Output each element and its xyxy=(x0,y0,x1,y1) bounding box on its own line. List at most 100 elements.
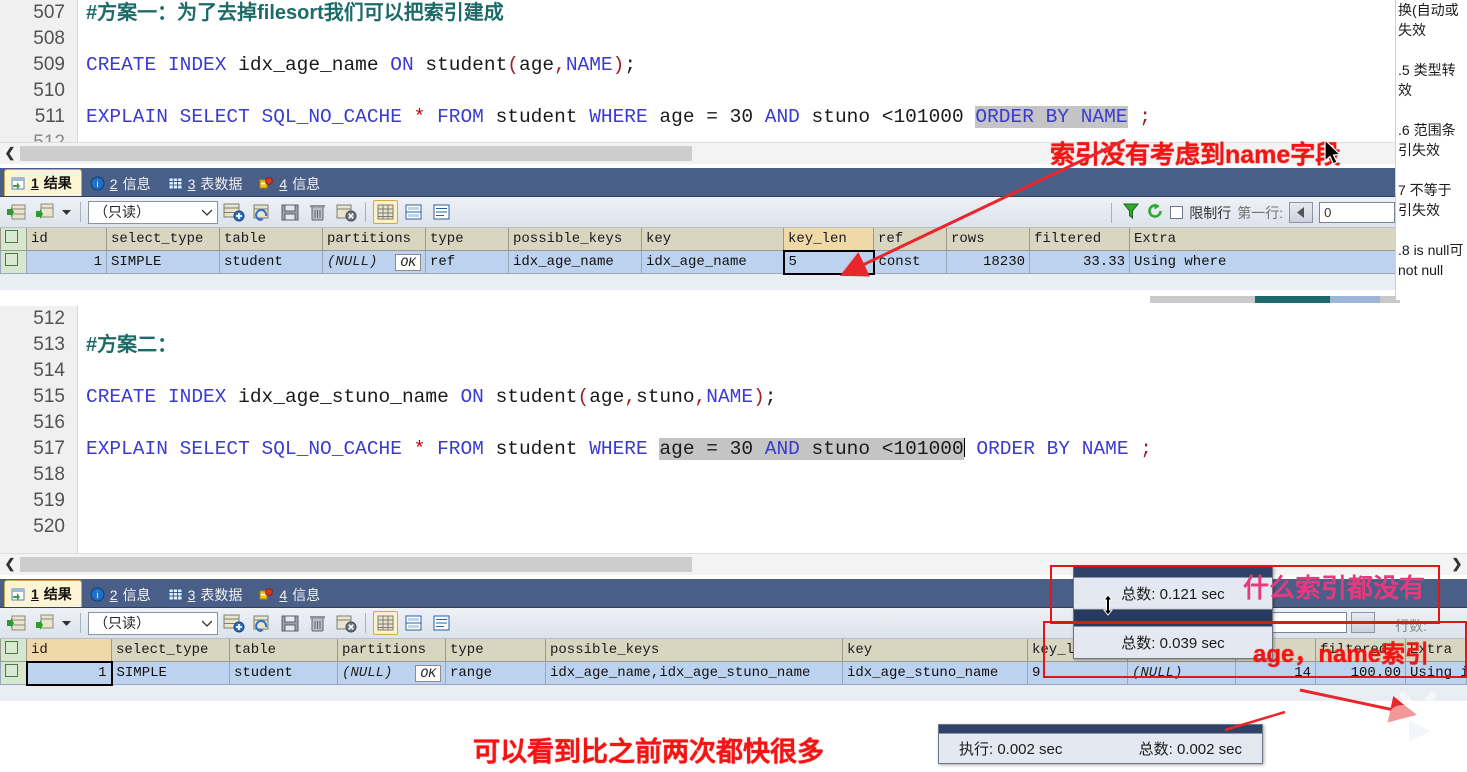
checkbox-icon[interactable] xyxy=(5,230,18,243)
first-row-prev-button[interactable] xyxy=(1289,202,1314,223)
outline-line[interactable]: .8 is null可 xyxy=(1398,240,1467,260)
view-grid-icon[interactable] xyxy=(373,611,398,635)
tab-table-data-3[interactable]: 3 表数据 xyxy=(162,171,252,196)
view-text-icon[interactable] xyxy=(429,611,454,635)
cell-table[interactable]: student xyxy=(229,661,338,685)
cell-select-type[interactable]: SIMPLE xyxy=(111,661,230,685)
view-form-icon[interactable] xyxy=(401,200,426,224)
chevron-down-icon[interactable] xyxy=(60,611,73,635)
col-key-len[interactable]: key_len xyxy=(783,228,874,251)
checkbox-icon[interactable] xyxy=(5,253,18,266)
insert-row-icon[interactable] xyxy=(4,200,29,224)
col-possible-keys[interactable]: possible_keys xyxy=(508,228,642,251)
cell-possible-keys[interactable]: idx_age_name xyxy=(508,250,642,274)
insert-row-icon[interactable] xyxy=(4,611,29,635)
view-text-icon[interactable] xyxy=(429,200,454,224)
col-key[interactable]: key xyxy=(842,639,1028,662)
outline-line[interactable]: 效 xyxy=(1398,80,1467,100)
sql-editor-bottom[interactable]: 512 513 514 515 516 517 518 519 520 #方案二… xyxy=(0,306,1410,553)
col-rows[interactable]: rows xyxy=(946,228,1030,251)
tab-table-data-3[interactable]: 3 表数据 xyxy=(162,582,252,607)
cell-type[interactable]: range xyxy=(445,661,546,685)
select-all-checkbox-header[interactable] xyxy=(0,228,27,251)
col-table[interactable]: table xyxy=(219,228,323,251)
document-outline-sidebar[interactable]: 换(自动或 失效 .5 类型转 效 .6 范围条 引失效 7 不等于 引失效 .… xyxy=(1395,0,1467,300)
chevron-down-icon[interactable] xyxy=(60,200,73,224)
col-id[interactable]: id xyxy=(26,228,107,251)
filter-icon[interactable] xyxy=(1122,202,1140,223)
cell-id[interactable]: 1 xyxy=(26,250,107,274)
refresh-icon[interactable] xyxy=(1146,202,1164,223)
cell-id[interactable]: 1 xyxy=(25,660,113,686)
col-ref[interactable]: ref xyxy=(873,228,947,251)
refresh-record-icon[interactable] xyxy=(249,611,274,635)
col-id[interactable]: id xyxy=(26,639,112,662)
readonly-select[interactable]: （只读） xyxy=(88,611,218,635)
col-select-type[interactable]: select_type xyxy=(111,639,230,662)
save-icon[interactable] xyxy=(277,200,302,224)
col-type[interactable]: type xyxy=(425,228,509,251)
col-table[interactable]: table xyxy=(229,639,338,662)
outline-line[interactable]: .5 类型转 xyxy=(1398,60,1467,80)
add-record-icon[interactable] xyxy=(221,611,246,635)
view-form-icon[interactable] xyxy=(401,611,426,635)
cancel-edit-icon[interactable] xyxy=(333,200,358,224)
select-all-checkbox-header[interactable] xyxy=(0,639,27,662)
cell-table[interactable]: student xyxy=(219,250,323,274)
cell-filtered[interactable]: 33.33 xyxy=(1029,250,1130,274)
cell-ref[interactable]: const xyxy=(873,250,947,274)
col-partitions[interactable]: partitions xyxy=(322,228,426,251)
result-toolbar-1[interactable]: （只读） 限制行 第一行: 0 xyxy=(0,197,1467,228)
outline-line[interactable]: 引失效 xyxy=(1398,140,1467,160)
outline-line[interactable]: .6 范围条 xyxy=(1398,120,1467,140)
limit-rows-checkbox[interactable] xyxy=(1170,206,1184,219)
hscroll-thumb[interactable] xyxy=(20,556,692,572)
row-checkbox[interactable] xyxy=(0,250,27,274)
outline-line[interactable]: not null xyxy=(1398,260,1467,280)
delete-icon[interactable] xyxy=(305,611,330,635)
table-row[interactable]: 1 SIMPLE student (NULL) OK ref idx_age_n… xyxy=(0,249,1467,275)
code-area-top[interactable]: #方案一：为了去掉filesort我们可以把索引建成 CREATE INDEX … xyxy=(86,0,1410,142)
tab-info-4[interactable]: 4 信息 xyxy=(253,582,329,607)
cell-key[interactable]: idx_age_name xyxy=(641,250,784,274)
scroll-left-arrow[interactable]: ❮ xyxy=(0,553,20,575)
cell-type[interactable]: ref xyxy=(425,250,509,274)
cell-select-type[interactable]: SIMPLE xyxy=(106,250,220,274)
save-icon[interactable] xyxy=(277,611,302,635)
view-grid-icon[interactable] xyxy=(373,200,398,224)
cell-partitions[interactable]: (NULL) OK xyxy=(322,250,426,274)
row-checkbox[interactable] xyxy=(0,661,27,685)
scroll-right-arrow[interactable]: ❯ xyxy=(1447,553,1467,575)
delete-icon[interactable] xyxy=(305,200,330,224)
col-filtered[interactable]: filtered xyxy=(1029,228,1130,251)
tab-result-1[interactable]: 1 结果 xyxy=(4,580,82,607)
outline-line[interactable]: 引失效 xyxy=(1398,200,1467,220)
readonly-select[interactable]: （只读） xyxy=(88,200,218,224)
cell-possible-keys[interactable]: idx_age_name,idx_age_stuno_name xyxy=(545,661,843,685)
col-select-type[interactable]: select_type xyxy=(106,228,220,251)
first-row-input[interactable]: 0 xyxy=(1319,202,1396,223)
add-record-icon[interactable] xyxy=(221,200,246,224)
refresh-record-icon[interactable] xyxy=(249,200,274,224)
tab-info-2[interactable]: i 2 信息 xyxy=(84,171,160,196)
cell-key[interactable]: idx_age_stuno_name xyxy=(842,661,1028,685)
outline-line[interactable]: 换(自动或 xyxy=(1398,0,1467,20)
scroll-left-arrow[interactable]: ❮ xyxy=(0,142,20,164)
explain-result-grid-1[interactable]: id select_type table partitions type pos… xyxy=(0,228,1467,275)
col-partitions[interactable]: partitions xyxy=(337,639,446,662)
checkbox-icon[interactable] xyxy=(5,664,18,677)
sql-editor-top[interactable]: 507 508 509 510 511 512 #方案一：为了去掉filesor… xyxy=(0,0,1410,142)
result-tabstrip-1[interactable]: 1 结果 i 2 信息 3 表数据 4 信息 xyxy=(0,168,1467,197)
col-type[interactable]: type xyxy=(445,639,546,662)
tab-info-2[interactable]: i 2 信息 xyxy=(84,582,160,607)
outline-line[interactable]: 7 不等于 xyxy=(1398,180,1467,200)
duplicate-row-icon[interactable] xyxy=(32,611,57,635)
hscroll-thumb[interactable] xyxy=(20,145,692,161)
cell-rows[interactable]: 18230 xyxy=(946,250,1030,274)
tab-result-1[interactable]: 1 结果 xyxy=(4,169,82,196)
cancel-edit-icon[interactable] xyxy=(333,611,358,635)
cell-partitions[interactable]: (NULL) OK xyxy=(337,661,446,685)
col-possible-keys[interactable]: possible_keys xyxy=(545,639,843,662)
code-area-bottom[interactable]: #方案二： CREATE INDEX idx_age_stuno_name ON… xyxy=(86,306,1410,553)
tab-info-4[interactable]: 4 信息 xyxy=(253,171,329,196)
